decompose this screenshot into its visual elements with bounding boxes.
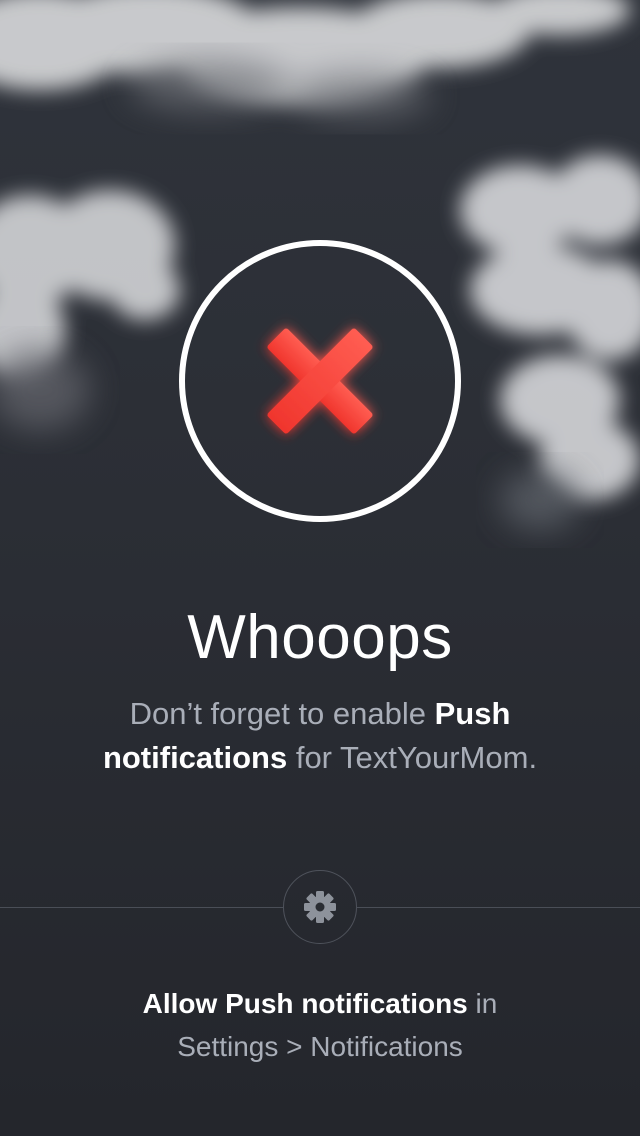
instruction-text: in [467, 988, 498, 1019]
divider-left [0, 907, 283, 908]
divider-right [357, 907, 640, 908]
settings-instruction: Allow Push notifications in Settings > N… [40, 982, 600, 1068]
alert-title: Whooops [187, 603, 453, 672]
gear-icon [304, 891, 336, 923]
message-text-end: for TextYourMom. [287, 740, 538, 775]
status-circle [179, 240, 461, 522]
message-text-start: Don’t forget to enable [129, 696, 435, 731]
cross-icon [267, 328, 373, 434]
settings-path: Settings > Notifications [177, 1031, 463, 1062]
permission-screen: Whooops Don’t forget to enable Push noti… [0, 0, 640, 1136]
alert-message: Don’t forget to enable Push notification… [60, 692, 580, 780]
instruction-highlight: Allow Push notifications [142, 988, 468, 1019]
settings-button[interactable] [283, 870, 357, 944]
